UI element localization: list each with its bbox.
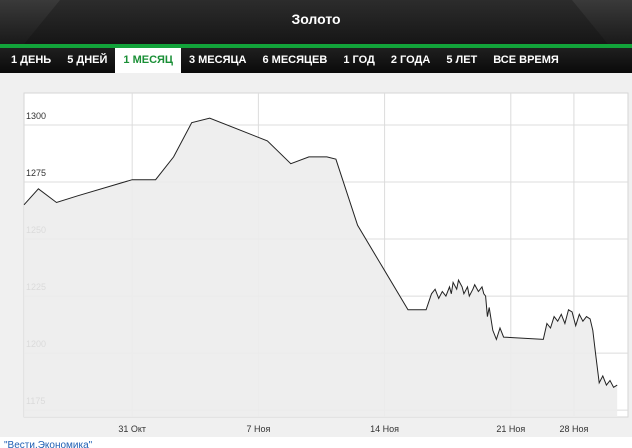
tab-all-time[interactable]: ВСЕ ВРЕМЯ [485, 48, 567, 73]
tab-5-years[interactable]: 5 ЛЕТ [438, 48, 485, 73]
tab-1-year[interactable]: 1 ГОД [335, 48, 383, 73]
tab-5-days[interactable]: 5 ДНЕЙ [59, 48, 115, 73]
x-tick-label: 14 Ноя [370, 424, 399, 434]
x-tick-label: 28 Ноя [559, 424, 588, 434]
period-tabs: 1 ДЕНЬ 5 ДНЕЙ 1 МЕСЯЦ 3 МЕСЯЦА 6 МЕСЯЦЕВ… [0, 48, 632, 74]
source-link[interactable]: "Вести.Экономика" [4, 440, 92, 448]
tab-2-years[interactable]: 2 ГОДА [383, 48, 438, 73]
price-chart: 11751200122512501275130031 Окт7 Ноя14 Но… [23, 92, 629, 434]
y-tick-label: 1275 [26, 168, 46, 178]
x-tick-label: 7 Ноя [246, 424, 270, 434]
chart-area: 11751200122512501275130031 Окт7 Ноя14 Но… [0, 73, 632, 437]
tab-1-day[interactable]: 1 ДЕНЬ [3, 48, 59, 73]
tab-6-months[interactable]: 6 МЕСЯЦЕВ [254, 48, 335, 73]
tab-1-month[interactable]: 1 МЕСЯЦ [115, 48, 181, 74]
x-tick-label: 21 Ноя [496, 424, 525, 434]
y-tick-label: 1300 [26, 111, 46, 121]
header-bar: Золото [0, 0, 632, 44]
tab-3-months[interactable]: 3 МЕСЯЦА [181, 48, 255, 73]
page-title: Золото [291, 11, 341, 27]
x-tick-label: 31 Окт [118, 424, 146, 434]
